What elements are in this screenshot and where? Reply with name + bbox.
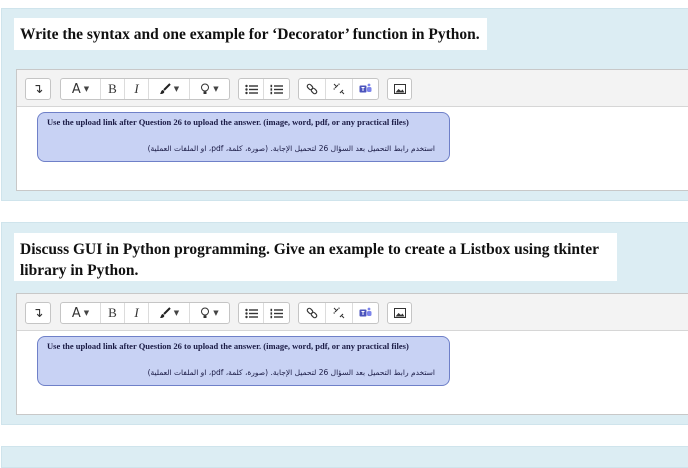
bold-button[interactable]: B xyxy=(101,303,125,323)
chevron-down-icon: ▼ xyxy=(213,309,219,317)
link-icon xyxy=(306,83,318,95)
paint-brush-icon xyxy=(159,83,171,94)
toolbar-group-links xyxy=(298,302,379,324)
toolbar-group-lists xyxy=(238,78,290,100)
font-style-icon: A xyxy=(71,81,81,97)
toolbar-group-links xyxy=(298,78,379,100)
chevron-down-icon: ▼ xyxy=(83,85,90,93)
collapse-toolbar-button[interactable]: ↴ xyxy=(26,79,50,99)
bold-button[interactable]: B xyxy=(101,79,125,99)
link-icon xyxy=(306,307,318,319)
note-english: Use the upload link after Question 26 to… xyxy=(47,117,409,127)
teams-icon xyxy=(359,307,372,317)
note-arabic: استخدم رابط التحميل بعد السؤال 26 لتحميل… xyxy=(147,143,435,153)
collapse-icon: ↴ xyxy=(32,81,44,97)
bullet-list-button[interactable] xyxy=(239,79,264,99)
lightbulb-icon xyxy=(201,307,210,318)
collapse-toolbar-button[interactable]: ↴ xyxy=(26,303,50,323)
italic-button[interactable]: I xyxy=(125,79,149,99)
unlink-button[interactable] xyxy=(326,79,353,99)
italic-button[interactable]: I xyxy=(125,303,149,323)
question-card-1: Write the syntax and one example for ‘De… xyxy=(1,8,688,201)
highlight-button[interactable]: ▼ xyxy=(190,79,229,99)
toolbar-group-format: A ▼ B I ▼ ▼ xyxy=(60,302,230,324)
bullet-list-icon xyxy=(244,84,258,94)
teams-button[interactable] xyxy=(353,303,378,323)
paint-brush-icon xyxy=(159,307,171,318)
chevron-down-icon: ▼ xyxy=(173,85,180,93)
question-card-3 xyxy=(1,446,688,468)
bold-icon: B xyxy=(108,305,117,320)
insert-image-button[interactable] xyxy=(388,303,411,323)
numbered-list-icon xyxy=(270,84,283,94)
font-style-button[interactable]: A ▼ xyxy=(61,303,101,323)
lightbulb-icon xyxy=(201,83,210,94)
teams-button[interactable] xyxy=(353,79,378,99)
numbered-list-icon xyxy=(270,308,283,318)
font-style-button[interactable]: A ▼ xyxy=(61,79,101,99)
italic-icon: I xyxy=(134,81,139,96)
unlink-button[interactable] xyxy=(326,303,353,323)
question-text: Write the syntax and one example for ‘De… xyxy=(14,18,487,50)
italic-icon: I xyxy=(134,305,139,320)
numbered-list-button[interactable] xyxy=(264,303,289,323)
upload-instructions-note: Use the upload link after Question 26 to… xyxy=(37,112,450,162)
bullet-list-button[interactable] xyxy=(239,303,264,323)
editor-toolbar: ↴ A ▼ B I ▼ ▼ xyxy=(17,70,688,107)
teams-icon xyxy=(359,83,372,93)
image-icon xyxy=(393,308,406,318)
text-color-button[interactable]: ▼ xyxy=(149,79,190,99)
link-button[interactable] xyxy=(299,79,326,99)
chevron-down-icon: ▼ xyxy=(83,309,90,317)
editor-toolbar: ↴ A ▼ B I ▼ ▼ xyxy=(17,294,688,331)
question-card-2: Discuss GUI in Python programming. Give … xyxy=(1,222,688,425)
numbered-list-button[interactable] xyxy=(264,79,289,99)
question-text: Discuss GUI in Python programming. Give … xyxy=(14,233,617,281)
toolbar-group-media xyxy=(387,302,412,324)
bold-icon: B xyxy=(108,81,117,96)
font-style-icon: A xyxy=(71,305,81,321)
toolbar-group-collapse: ↴ xyxy=(25,78,51,100)
text-color-button[interactable]: ▼ xyxy=(149,303,190,323)
toolbar-group-collapse: ↴ xyxy=(25,302,51,324)
toolbar-group-lists xyxy=(238,302,290,324)
unlink-icon xyxy=(333,83,345,95)
unlink-icon xyxy=(333,307,345,319)
toolbar-group-format: A ▼ B I ▼ ▼ xyxy=(60,78,230,100)
bullet-list-icon xyxy=(244,308,258,318)
note-english: Use the upload link after Question 26 to… xyxy=(47,341,409,351)
upload-instructions-note: Use the upload link after Question 26 to… xyxy=(37,336,450,386)
note-arabic: استخدم رابط التحميل بعد السؤال 26 لتحميل… xyxy=(147,367,435,377)
chevron-down-icon: ▼ xyxy=(173,309,180,317)
insert-image-button[interactable] xyxy=(388,79,411,99)
link-button[interactable] xyxy=(299,303,326,323)
highlight-button[interactable]: ▼ xyxy=(190,303,229,323)
chevron-down-icon: ▼ xyxy=(213,85,219,93)
answer-editor[interactable]: ↴ A ▼ B I ▼ ▼ Use the upload link after … xyxy=(16,69,688,191)
image-icon xyxy=(393,84,406,94)
toolbar-group-media xyxy=(387,78,412,100)
collapse-icon: ↴ xyxy=(32,305,44,321)
answer-editor[interactable]: ↴ A ▼ B I ▼ ▼ Use the upload link after … xyxy=(16,293,688,415)
